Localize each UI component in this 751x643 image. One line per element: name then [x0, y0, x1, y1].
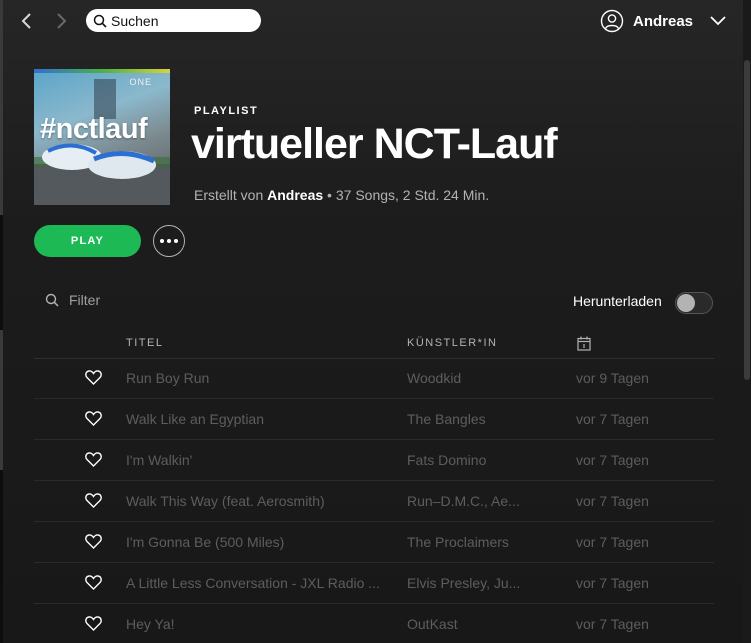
- filter-box[interactable]: [45, 292, 189, 308]
- heart-icon[interactable]: [85, 452, 102, 467]
- track-artist[interactable]: Run–D.M.C., Ae...: [407, 493, 532, 509]
- track-artist[interactable]: Woodkid: [407, 370, 532, 386]
- toggle-knob: [677, 294, 695, 312]
- more-options-button[interactable]: [153, 225, 185, 257]
- track-row[interactable]: Walk Like an Egyptian The Bangles vor 7 …: [34, 399, 714, 440]
- track-row[interactable]: I'm Walkin' Fats Domino vor 7 Tagen: [34, 440, 714, 481]
- chevron-down-icon[interactable]: [708, 13, 728, 29]
- track-title: I'm Walkin': [126, 452, 193, 468]
- track-title: I'm Gonna Be (500 Miles): [126, 534, 285, 550]
- back-button[interactable]: [16, 10, 38, 32]
- meta-prefix: Erstellt von: [194, 187, 268, 203]
- playlist-owner-link[interactable]: Andreas: [267, 187, 323, 203]
- track-added-date: vor 7 Tagen: [576, 493, 649, 509]
- track-row[interactable]: Run Boy Run Woodkid vor 9 Tagen: [34, 358, 714, 399]
- track-artist[interactable]: Elvis Presley, Ju...: [407, 575, 532, 591]
- track-added-date: vor 7 Tagen: [576, 534, 649, 550]
- playlist-type-label: PLAYLIST: [194, 105, 259, 117]
- track-added-date: vor 7 Tagen: [576, 411, 649, 427]
- track-artist[interactable]: Fats Domino: [407, 452, 532, 468]
- spotify-window: Andreas ONE #nctlauf PLAYLIST virtueller…: [0, 0, 751, 643]
- heart-icon[interactable]: [85, 493, 102, 508]
- track-title: Hey Ya!: [126, 616, 175, 632]
- cover-hashtag: #nctlauf: [40, 113, 148, 145]
- heart-icon[interactable]: [85, 411, 102, 426]
- user-name[interactable]: Andreas: [633, 13, 693, 30]
- track-title: Walk Like an Egyptian: [126, 411, 264, 427]
- track-artist[interactable]: OutKast: [407, 616, 532, 632]
- meta-details: • 37 Songs, 2 Std. 24 Min.: [323, 187, 490, 203]
- track-row[interactable]: A Little Less Conversation - JXL Radio .…: [34, 563, 714, 604]
- search-input[interactable]: [111, 12, 251, 29]
- heart-icon[interactable]: [85, 534, 102, 549]
- track-artist[interactable]: The Proclaimers: [407, 534, 532, 550]
- left-window-edge: [0, 0, 3, 643]
- ellipsis-icon: [160, 239, 164, 243]
- playlist-meta: Erstellt von Andreas • 37 Songs, 2 Std. …: [194, 187, 489, 203]
- column-title[interactable]: TITEL: [126, 337, 163, 349]
- search-icon: [93, 14, 107, 28]
- ellipsis-dot: [167, 239, 171, 243]
- column-artist[interactable]: KÜNSTLER*IN: [407, 337, 497, 349]
- chevron-left-icon: [21, 13, 31, 29]
- track-added-date: vor 7 Tagen: [576, 452, 649, 468]
- search-box[interactable]: [86, 9, 261, 32]
- track-table-header: TITEL KÜNSTLER*IN: [34, 330, 714, 359]
- track-added-date: vor 9 Tagen: [576, 370, 649, 386]
- heart-icon[interactable]: [85, 370, 102, 385]
- heart-icon[interactable]: [85, 575, 102, 590]
- user-menu[interactable]: Andreas: [600, 9, 693, 33]
- track-title: A Little Less Conversation - JXL Radio .…: [126, 575, 380, 591]
- playlist-cover: ONE #nctlauf: [34, 69, 170, 205]
- download-label: Herunterladen: [573, 293, 662, 309]
- track-row[interactable]: I'm Gonna Be (500 Miles) The Proclaimers…: [34, 522, 714, 563]
- track-row[interactable]: Walk This Way (feat. Aerosmith) Run–D.M.…: [34, 481, 714, 522]
- top-bar: Andreas: [0, 0, 751, 44]
- ellipsis-dot: [174, 239, 178, 243]
- play-button[interactable]: PLAY: [34, 225, 141, 257]
- download-toggle[interactable]: [675, 292, 713, 314]
- track-title: Run Boy Run: [126, 370, 210, 386]
- track-added-date: vor 7 Tagen: [576, 575, 649, 591]
- playlist-title: virtueller NCT-Lauf: [191, 120, 558, 168]
- scrollbar-thumb[interactable]: [744, 60, 750, 380]
- track-title: Walk This Way (feat. Aerosmith): [126, 493, 325, 509]
- track-artist[interactable]: The Bangles: [407, 411, 532, 427]
- cover-brand: ONE: [129, 77, 152, 87]
- track-list: Run Boy Run Woodkid vor 9 Tagen Walk Lik…: [34, 358, 714, 643]
- heart-icon[interactable]: [85, 616, 102, 631]
- search-icon: [45, 293, 59, 307]
- scrollbar[interactable]: [743, 0, 751, 643]
- forward-button[interactable]: [50, 10, 72, 32]
- track-row[interactable]: Hey Ya! OutKast vor 7 Tagen: [34, 604, 714, 643]
- filter-input[interactable]: [69, 292, 189, 308]
- calendar-icon[interactable]: [577, 336, 591, 351]
- track-added-date: vor 7 Tagen: [576, 616, 649, 632]
- user-avatar-icon: [600, 9, 624, 33]
- chevron-right-icon: [57, 13, 67, 29]
